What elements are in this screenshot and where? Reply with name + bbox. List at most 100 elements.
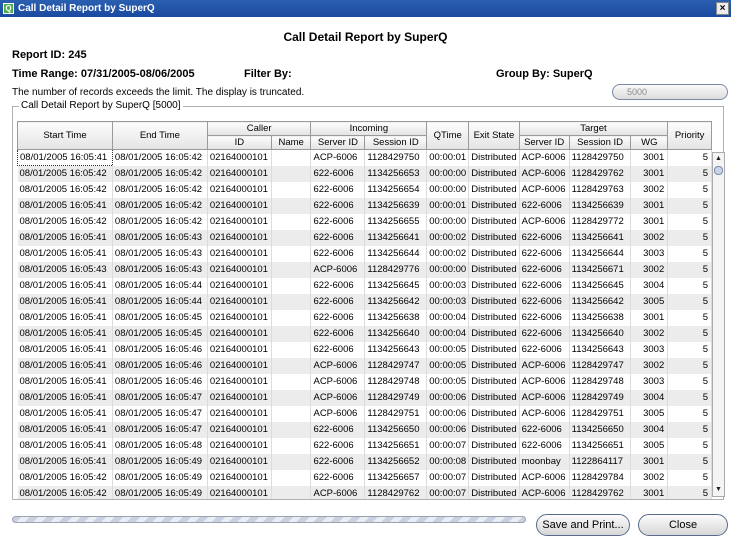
record-limit-field[interactable]: [612, 84, 728, 100]
table-cell: 02164000101: [207, 325, 272, 342]
table-cell: 08/01/2005 16:05:45: [112, 309, 208, 326]
table-cell: Distributed: [468, 405, 520, 422]
table-cell: ACP-6006: [519, 405, 570, 422]
vertical-scrollbar[interactable]: ▲ ▼: [712, 152, 725, 497]
table-cell: 08/01/2005 16:05:44: [112, 277, 208, 294]
table-cell: 1128429748: [364, 373, 428, 390]
close-button[interactable]: Close: [638, 514, 728, 536]
table-cell: 622-6006: [519, 245, 570, 262]
table-cell: Distributed: [468, 213, 520, 230]
table-row[interactable]: 08/01/2005 16:05:41 08/01/2005 16:05:45 02…: [17, 309, 712, 326]
table-cell: Distributed: [468, 181, 520, 198]
table-row[interactable]: 08/01/2005 16:05:41 08/01/2005 16:05:47 02…: [17, 421, 712, 438]
table-row[interactable]: 08/01/2005 16:05:41 08/01/2005 16:05:45 02…: [17, 325, 712, 342]
col-incoming-session-id[interactable]: Session ID: [364, 135, 428, 150]
table-cell: 622-6006: [519, 421, 570, 438]
scroll-up-arrow-icon[interactable]: ▲: [713, 153, 724, 165]
table-cell: 08/01/2005 16:05:42: [112, 181, 208, 198]
table-cell: 5: [667, 245, 712, 262]
table-row[interactable]: 08/01/2005 16:05:42 08/01/2005 16:05:42 02…: [17, 181, 712, 198]
col-target-server-id[interactable]: Server ID: [518, 135, 570, 150]
table-cell: 622-6006: [310, 341, 366, 358]
report-meta-row: Time Range: 07/31/2005-08/06/2005 Filter…: [12, 68, 727, 82]
record-limit-input[interactable]: [627, 86, 697, 98]
table-cell: 5: [667, 357, 712, 374]
table-row[interactable]: 08/01/2005 16:05:41 08/01/2005 16:05:44 02…: [17, 277, 712, 294]
table-cell: 00:00:03: [426, 293, 470, 310]
col-incoming-server-id[interactable]: Server ID: [310, 135, 366, 150]
table-cell: 5: [667, 149, 712, 166]
table-row[interactable]: 08/01/2005 16:05:41 08/01/2005 16:05:42 02…: [17, 149, 712, 166]
table-row[interactable]: 08/01/2005 16:05:41 08/01/2005 16:05:47 02…: [17, 389, 712, 406]
col-caller-id[interactable]: ID: [206, 135, 272, 150]
table-cell: 00:00:00: [426, 261, 470, 278]
window-close-button[interactable]: ×: [716, 2, 729, 15]
col-qtime[interactable]: QTime: [426, 121, 470, 150]
col-caller-name[interactable]: Name: [270, 135, 312, 150]
table-cell: 1134256645: [569, 277, 632, 294]
table-row[interactable]: 08/01/2005 16:05:42 08/01/2005 16:05:49 02…: [17, 469, 712, 486]
table-cell: 3001: [630, 149, 669, 166]
table-row[interactable]: 08/01/2005 16:05:41 08/01/2005 16:05:48 02…: [17, 437, 712, 454]
table-cell: 622-6006: [519, 261, 570, 278]
table-row[interactable]: 08/01/2005 16:05:41 08/01/2005 16:05:42 02…: [17, 197, 712, 214]
table-cell: 1134256650: [364, 421, 428, 438]
table-cell: 08/01/2005 16:05:42: [17, 165, 113, 182]
table-cell: 5: [667, 165, 712, 182]
table-row[interactable]: 08/01/2005 16:05:41 08/01/2005 16:05:46 02…: [17, 341, 712, 358]
scroll-thumb[interactable]: [714, 166, 723, 175]
table-cell: ACP-6006: [519, 165, 570, 182]
table-cell: [271, 453, 312, 470]
table-cell: [271, 309, 312, 326]
col-start-time[interactable]: Start Time: [17, 121, 113, 150]
table-row[interactable]: 08/01/2005 16:05:42 08/01/2005 16:05:42 02…: [17, 165, 712, 182]
table-cell: 08/01/2005 16:05:49: [112, 485, 208, 499]
table-cell: Distributed: [468, 485, 520, 499]
scroll-down-arrow-icon[interactable]: ▼: [713, 484, 724, 496]
col-exit-state[interactable]: Exit State: [468, 121, 520, 150]
table-cell: 1128429776: [364, 261, 428, 278]
table-cell: 02164000101: [207, 453, 272, 470]
col-target-wg[interactable]: WG: [630, 135, 669, 150]
table-cell: 1134256639: [569, 197, 632, 214]
table-cell: 3001: [630, 213, 669, 230]
table-cell: ACP-6006: [310, 389, 366, 406]
col-end-time[interactable]: End Time: [111, 121, 208, 150]
table-cell: [271, 261, 312, 278]
table-row[interactable]: 08/01/2005 16:05:41 08/01/2005 16:05:43 02…: [17, 229, 712, 246]
table-row[interactable]: 08/01/2005 16:05:41 08/01/2005 16:05:47 02…: [17, 405, 712, 422]
table-cell: 622-6006: [519, 309, 570, 326]
col-priority[interactable]: Priority: [667, 121, 712, 150]
table-row[interactable]: 08/01/2005 16:05:41 08/01/2005 16:05:44 02…: [17, 293, 712, 310]
table-cell: [271, 485, 312, 499]
table-cell: 08/01/2005 16:05:42: [17, 181, 113, 198]
table-row[interactable]: 08/01/2005 16:05:42 08/01/2005 16:05:49 02…: [17, 485, 712, 499]
table-row[interactable]: 08/01/2005 16:05:41 08/01/2005 16:05:43 02…: [17, 245, 712, 262]
table-row[interactable]: 08/01/2005 16:05:41 08/01/2005 16:05:46 02…: [17, 357, 712, 374]
report-table: Start Time End Time Caller Incoming QTim…: [17, 121, 712, 499]
table-cell: 1134256653: [364, 165, 428, 182]
table-body: 08/01/2005 16:05:41 08/01/2005 16:05:42 02…: [17, 149, 712, 499]
table-cell: 08/01/2005 16:05:41: [17, 309, 113, 326]
table-row[interactable]: 08/01/2005 16:05:43 08/01/2005 16:05:43 02…: [17, 261, 712, 278]
table-cell: ACP-6006: [519, 469, 570, 486]
table-row[interactable]: 08/01/2005 16:05:41 08/01/2005 16:05:49 02…: [17, 453, 712, 470]
table-cell: 00:00:02: [426, 229, 470, 246]
table-cell: Distributed: [468, 421, 520, 438]
table-cell: 08/01/2005 16:05:49: [112, 469, 208, 486]
table-row[interactable]: 08/01/2005 16:05:42 08/01/2005 16:05:42 02…: [17, 213, 712, 230]
table-cell: 08/01/2005 16:05:41: [17, 437, 113, 454]
save-and-print-button[interactable]: Save and Print...: [536, 514, 630, 536]
table-cell: 1134256640: [364, 325, 428, 342]
col-target-session-id[interactable]: Session ID: [568, 135, 632, 150]
table-cell: ACP-6006: [310, 357, 366, 374]
table-cell: 3001: [630, 165, 669, 182]
table-row[interactable]: 08/01/2005 16:05:41 08/01/2005 16:05:46 02…: [17, 373, 712, 390]
table-cell: 1134256642: [364, 293, 428, 310]
table-cell: 3004: [630, 421, 669, 438]
table-cell: ACP-6006: [310, 261, 366, 278]
report-table-container[interactable]: Start Time End Time Caller Incoming QTim…: [17, 121, 712, 499]
table-cell: 3003: [630, 373, 669, 390]
time-range: Time Range: 07/31/2005-08/06/2005: [12, 68, 195, 80]
table-cell: 622-6006: [310, 469, 366, 486]
